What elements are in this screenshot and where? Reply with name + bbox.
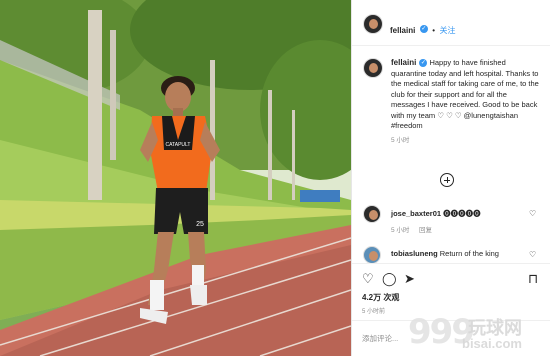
- comment-text: Return of the king: [439, 249, 499, 258]
- heart-icon[interactable]: ♡: [529, 209, 536, 218]
- comment-time: 5 小时: [391, 227, 410, 234]
- caption-avatar[interactable]: [363, 58, 383, 78]
- post-panel: fellaini ✓ • 关注 fellaini ✓ Happy to have …: [351, 0, 550, 356]
- reply-button[interactable]: 回复: [419, 224, 432, 234]
- posted-time: 5 小时前: [362, 309, 386, 315]
- avatar[interactable]: [363, 14, 383, 34]
- comment-icon[interactable]: ◯: [382, 272, 397, 286]
- post-header: fellaini ✓ • 关注: [352, 0, 550, 46]
- comment-text: ⓿⓿⓿⓿⓿: [443, 209, 481, 218]
- view-count: 4.2万 次观: [362, 293, 400, 302]
- comment-username[interactable]: tobiasluneng: [391, 249, 438, 258]
- post-photo: CATAPULT 25: [0, 0, 351, 356]
- caption-time: 5 小时: [391, 136, 410, 144]
- share-icon[interactable]: ➤: [404, 272, 415, 286]
- follow-button[interactable]: 关注: [440, 26, 456, 35]
- heart-icon[interactable]: ♡: [529, 250, 536, 259]
- shorts-number: 25: [196, 221, 204, 228]
- comment-avatar[interactable]: [363, 205, 381, 223]
- bookmark-icon[interactable]: ⊓: [528, 272, 538, 286]
- post-caption: fellaini ✓ Happy to have finished quarant…: [391, 58, 541, 146]
- comment-username[interactable]: jose_baxter01: [391, 209, 441, 218]
- add-more-icon[interactable]: [440, 173, 454, 187]
- header-username[interactable]: fellaini: [390, 26, 415, 35]
- add-comment-input[interactable]: 添加评论...: [362, 333, 398, 344]
- caption-text: Happy to have finished quarantine today …: [391, 58, 539, 130]
- watermark-site: bisai.com: [462, 336, 522, 351]
- shirt-text: CATAPULT: [165, 142, 190, 148]
- verified-icon: ✓: [419, 24, 428, 33]
- comment-avatar[interactable]: [363, 246, 381, 264]
- heart-icon[interactable]: ♡: [362, 272, 374, 286]
- comment-item: jose_baxter01 ⓿⓿⓿⓿⓿: [391, 208, 521, 219]
- caption-username[interactable]: fellaini: [391, 58, 416, 67]
- watermark: 999 玩球网 bisai.com: [408, 312, 546, 354]
- verified-icon: ✓: [419, 59, 428, 68]
- comment-item: tobiasluneng Return of the king: [391, 249, 526, 258]
